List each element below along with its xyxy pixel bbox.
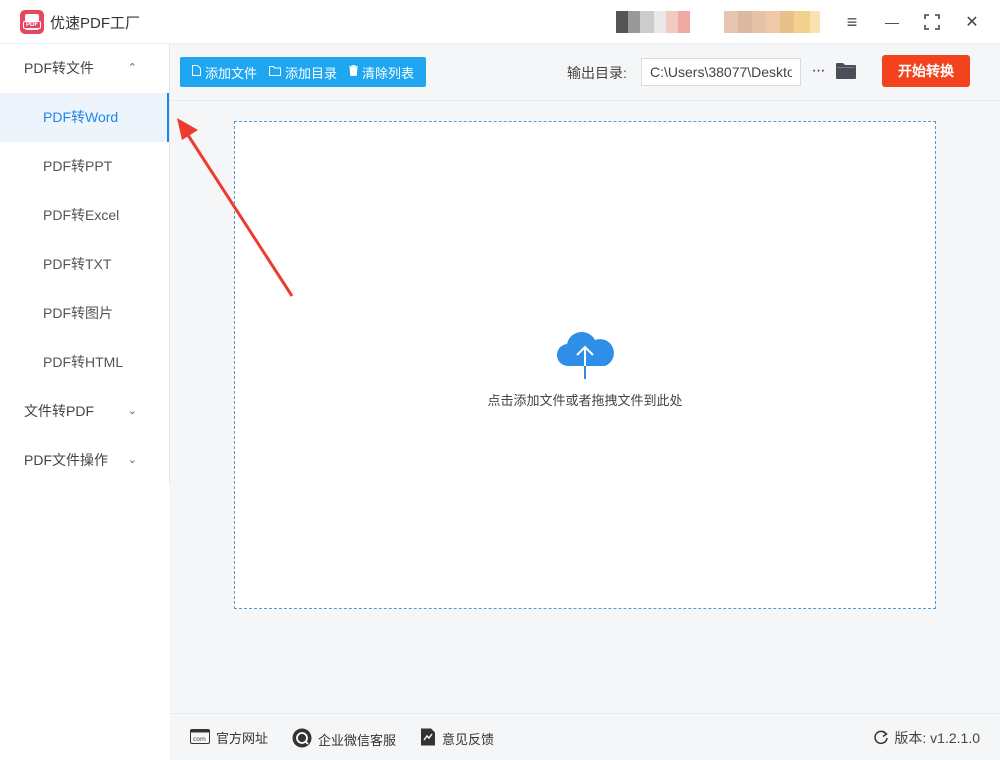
clear-list-button[interactable]: 清除列表: [349, 63, 414, 82]
minimize-icon[interactable]: —: [880, 10, 904, 34]
svg-text:com: com: [193, 736, 206, 743]
start-convert-button[interactable]: 开始转换: [882, 55, 970, 87]
sidebar-item-pdf-to-excel[interactable]: PDF转Excel: [0, 191, 169, 240]
chevron-down-icon: ⌄: [127, 405, 137, 417]
user-name-blurred: [724, 11, 820, 33]
file-icon: [192, 65, 201, 79]
menu-icon[interactable]: ≡: [840, 10, 864, 34]
trash-icon: [349, 65, 359, 79]
open-folder-icon[interactable]: [836, 62, 858, 81]
more-options-icon[interactable]: ···: [808, 58, 828, 86]
sidebar-group-file-to-pdf[interactable]: 文件转PDF ⌄: [0, 387, 169, 436]
app-logo: PDF: [20, 10, 44, 34]
toolbar: 添加文件 添加目录 清除列表 输出目录: ··· 开始转换: [170, 44, 1000, 101]
sidebar-group-pdf-to-file[interactable]: PDF转文件 ⌃: [0, 44, 169, 93]
output-dir-input[interactable]: [641, 58, 801, 86]
maximize-icon[interactable]: [920, 10, 944, 34]
cloud-upload-icon: [555, 328, 615, 383]
sidebar-item-pdf-to-txt[interactable]: PDF转TXT: [0, 240, 169, 289]
status-bar: com 官方网址 企业微信客服 意见反馈 版本: v1.2.1.0: [170, 713, 1000, 760]
sidebar-item-pdf-to-ppt[interactable]: PDF转PPT: [0, 142, 169, 191]
feedback-icon: [420, 728, 436, 749]
official-website-link[interactable]: com 官方网址: [190, 728, 268, 747]
drop-hint-text: 点击添加文件或者拖拽文件到此处: [487, 393, 683, 408]
user-avatar-blurred[interactable]: [616, 11, 690, 33]
sidebar-item-pdf-to-image[interactable]: PDF转图片: [0, 289, 169, 338]
feedback-link[interactable]: 意见反馈: [420, 728, 494, 749]
sidebar: PDF转文件 ⌃ PDF转Word PDF转PPT PDF转Excel PDF转…: [0, 44, 170, 485]
title-bar: PDF 优速PDF工厂 ≡ — ✕: [0, 0, 1000, 44]
sidebar-item-pdf-to-word[interactable]: PDF转Word: [0, 93, 169, 142]
app-title: 优速PDF工厂: [50, 15, 141, 32]
version-info: 版本: v1.2.1.0: [873, 728, 980, 748]
file-actions-group: 添加文件 添加目录 清除列表: [180, 57, 427, 87]
web-icon: com: [190, 728, 210, 747]
folder-icon: [269, 65, 282, 79]
sidebar-item-pdf-to-html[interactable]: PDF转HTML: [0, 338, 169, 387]
main-panel: 添加文件 添加目录 清除列表 输出目录: ··· 开始转换: [170, 44, 1000, 713]
chat-icon: [292, 728, 312, 751]
close-icon[interactable]: ✕: [960, 10, 984, 34]
refresh-icon[interactable]: [873, 729, 889, 748]
add-folder-button[interactable]: 添加目录: [269, 63, 337, 82]
file-drop-zone[interactable]: 点击添加文件或者拖拽文件到此处: [234, 121, 936, 609]
add-file-button[interactable]: 添加文件: [192, 63, 257, 82]
sidebar-group-pdf-operations[interactable]: PDF文件操作 ⌄: [0, 436, 169, 485]
chevron-down-icon: ⌄: [127, 454, 137, 466]
wechat-service-link[interactable]: 企业微信客服: [292, 728, 396, 751]
output-dir-label: 输出目录:: [567, 65, 627, 81]
chevron-up-icon: ⌃: [127, 62, 137, 74]
